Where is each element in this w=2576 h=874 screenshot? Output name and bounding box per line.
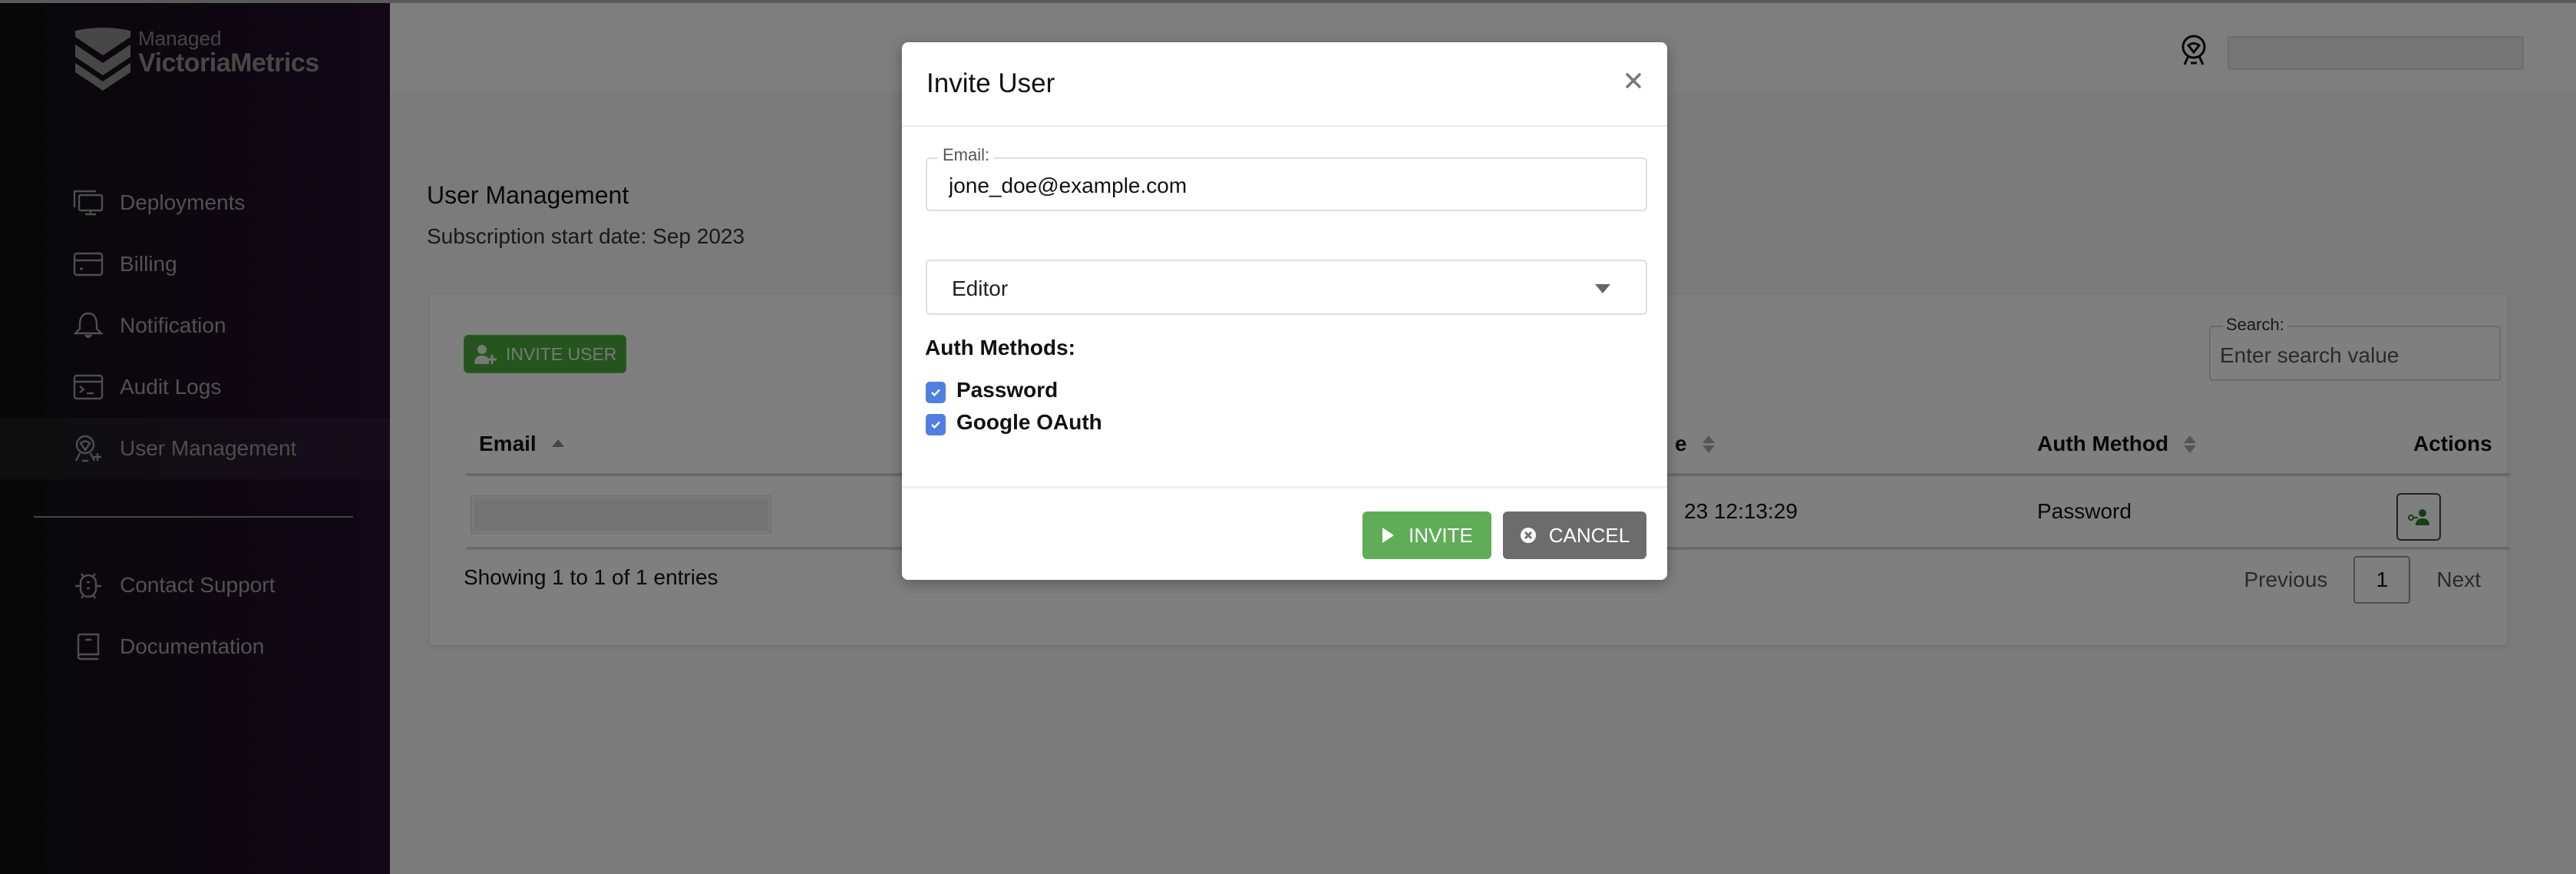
checkbox-checked[interactable] bbox=[926, 382, 946, 403]
auth-method-password[interactable]: Password bbox=[926, 377, 1058, 403]
modal-title: Invite User bbox=[926, 68, 1055, 98]
cancel-label: CANCEL bbox=[1548, 523, 1630, 547]
checkbox-label: Password bbox=[956, 378, 1058, 402]
checkbox-label: Google OAuth bbox=[956, 410, 1102, 434]
close-button[interactable] bbox=[1620, 67, 1647, 94]
close-icon bbox=[1626, 73, 1641, 88]
invite-button[interactable]: INVITE bbox=[1362, 511, 1491, 559]
check-icon bbox=[931, 389, 940, 397]
modal-header: Invite User bbox=[902, 42, 1667, 127]
auth-methods-label: Auth Methods: bbox=[925, 336, 1075, 359]
checkbox-checked[interactable] bbox=[926, 414, 946, 435]
play-icon bbox=[1382, 528, 1395, 543]
check-icon bbox=[931, 421, 940, 429]
auth-method-google-oauth[interactable]: Google OAuth bbox=[926, 409, 1102, 435]
email-label: Email: bbox=[938, 145, 995, 165]
invite-label: INVITE bbox=[1409, 523, 1473, 547]
cancel-button[interactable]: CANCEL bbox=[1503, 511, 1646, 559]
role-selected-value: Editor bbox=[952, 276, 1009, 300]
email-input[interactable] bbox=[949, 171, 1624, 200]
role-select[interactable]: Editor bbox=[926, 260, 1647, 315]
invite-user-modal: Invite User Email: Editor Auth Methods: … bbox=[902, 42, 1667, 580]
modal-footer: INVITE CANCEL bbox=[902, 486, 1667, 580]
email-field: Email: bbox=[926, 145, 1647, 211]
close-circle-icon bbox=[1520, 528, 1536, 543]
window-top-border bbox=[0, 0, 2576, 3]
chevron-down-icon bbox=[1595, 284, 1610, 293]
